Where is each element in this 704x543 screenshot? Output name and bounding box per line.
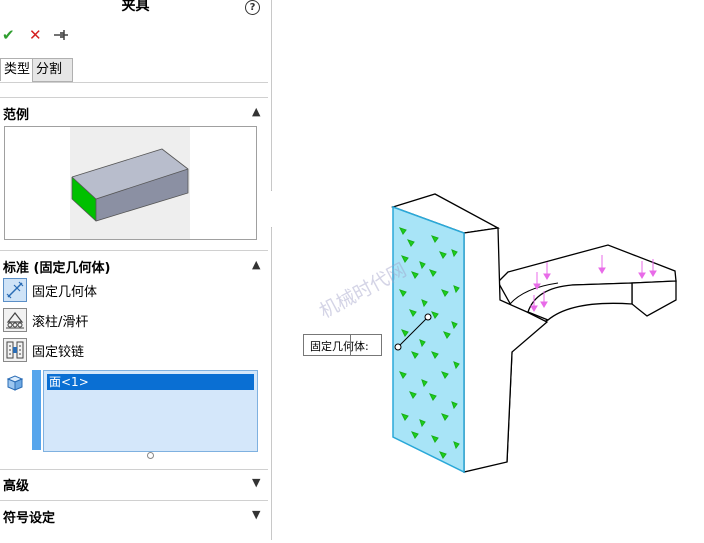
fixed-hinge-icon[interactable] — [3, 338, 27, 362]
selection-listbox[interactable]: 面<1> — [43, 370, 258, 452]
graphics-viewport[interactable]: 固定几何体: 机械时代网 — [272, 0, 704, 540]
model-view[interactable] — [272, 0, 704, 540]
example-block-icon — [71, 148, 189, 222]
option-label: 固定铰链 — [32, 345, 85, 360]
help-icon[interactable]: ? — [245, 0, 260, 15]
fixed-geometry-icon[interactable] — [3, 278, 27, 302]
example-preview — [4, 126, 257, 240]
chevron-down-icon[interactable]: ▼ — [252, 508, 260, 521]
section-title-advanced[interactable]: 高级 — [3, 475, 29, 494]
divider — [0, 250, 268, 251]
chevron-up-icon[interactable]: ▲ — [252, 258, 260, 271]
property-manager-panel: 夹具 ? ✔ ✕ 类型 分割 范例 ▲ 标准 (固定几何体) ▲ 固定几何体 滚… — [0, 0, 272, 540]
example-image — [70, 127, 190, 239]
fixture-annotation-label[interactable]: 固定几何体: — [303, 334, 382, 356]
cancel-x-icon[interactable]: ✕ — [29, 26, 42, 44]
option-label: 固定几何体 — [32, 285, 98, 300]
option-label: 滚柱/滑杆 — [32, 315, 89, 330]
annotation-divider — [350, 335, 351, 355]
section-title-standard[interactable]: 标准 (固定几何体) — [3, 257, 110, 276]
divider — [0, 82, 268, 83]
section-title-example[interactable]: 范例 — [3, 104, 29, 123]
tab-type[interactable]: 类型 — [0, 58, 36, 81]
face-selection-icon — [6, 374, 24, 392]
ok-check-icon[interactable]: ✔ — [2, 26, 15, 44]
resize-grip-icon[interactable] — [147, 452, 154, 459]
divider — [0, 97, 268, 98]
divider — [0, 500, 268, 501]
section-title-symbol[interactable]: 符号设定 — [3, 507, 55, 526]
tab-split[interactable]: 分割 — [32, 58, 73, 82]
roller-slider-icon[interactable] — [3, 308, 27, 332]
panel-title: 夹具 — [121, 0, 150, 14]
pushpin-icon[interactable] — [54, 27, 68, 45]
selection-list-indicator — [32, 370, 41, 450]
divider — [0, 469, 268, 470]
annotation-text: 固定几何体: — [310, 340, 369, 353]
list-item[interactable]: 面<1> — [47, 374, 254, 390]
chevron-up-icon[interactable]: ▲ — [252, 105, 260, 118]
chevron-down-icon[interactable]: ▼ — [252, 476, 260, 489]
